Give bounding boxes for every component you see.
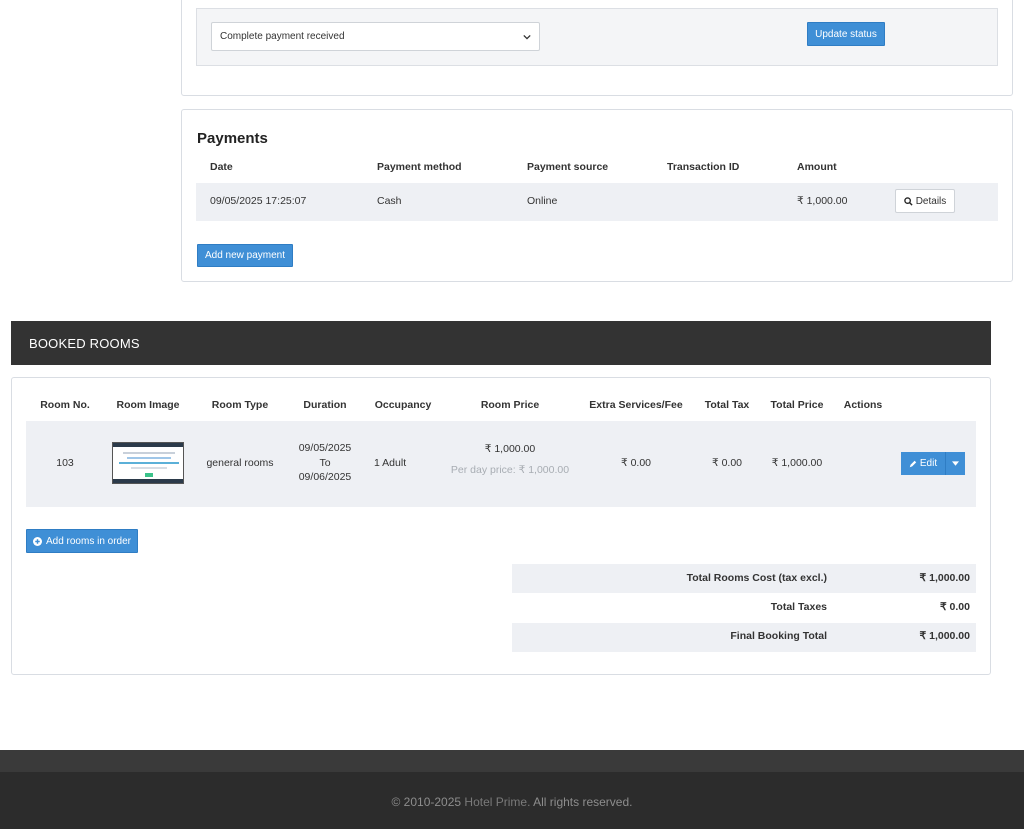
room-total-price: ₹ 1,000.00 [771,457,823,469]
edit-room-button[interactable]: Edit [901,452,946,475]
pencil-icon [909,460,917,467]
footer-top-strip [0,750,1024,772]
rooms-col-room-type: Room Type [211,399,269,411]
rooms-col-room-price: Room Price [480,399,540,411]
payments-col-transaction-id: Transaction ID [667,161,740,173]
booked-rooms-header: BOOKED ROOMS [11,321,991,365]
total-taxes-label: Total Taxes [770,601,827,613]
footer-brand-link[interactable]: Hotel Prime. [464,795,530,809]
total-taxes-value: ₹ 0.00 [939,601,970,613]
copyright-years: © 2010-2025 [391,795,462,809]
rooms-col-room-image: Room Image [116,399,180,411]
total-rooms-cost-value: ₹ 1,000.00 [919,572,970,584]
plus-circle-icon [32,536,42,546]
rooms-col-total-price: Total Price [770,399,824,411]
add-new-payment-button[interactable]: Add new payment [197,244,293,267]
rooms-col-total-tax: Total Tax [704,399,750,411]
room-type: general rooms [206,457,274,469]
payment-row [196,183,998,221]
chevron-down-icon [523,34,531,40]
room-price: ₹ 1,000.00 [484,443,536,455]
payments-col-amount: Amount [797,161,837,173]
payments-col-date: Date [210,161,233,173]
payments-title: Payments [197,130,268,147]
update-status-button[interactable]: Update status [807,22,885,46]
extra-services-fee: ₹ 0.00 [620,457,652,469]
edit-room-dropdown-toggle[interactable] [946,452,965,475]
payments-col-source: Payment source [527,161,609,173]
total-rooms-cost-label: Total Rooms Cost (tax excl.) [686,572,827,584]
final-booking-total-label: Final Booking Total [730,630,827,642]
room-total-tax: ₹ 0.00 [711,457,743,469]
payment-source: Online [527,195,558,207]
final-booking-total-value: ₹ 1,000.00 [919,630,970,642]
payments-col-method: Payment method [377,161,462,173]
search-icon [903,196,913,206]
rooms-col-actions: Actions [843,399,883,411]
order-status-selected-value: Complete payment received [220,31,345,42]
order-status-select[interactable]: Complete payment received [211,22,540,51]
add-rooms-in-order-button[interactable]: Add rooms in order [26,529,138,553]
room-image-thumbnail[interactable] [112,442,184,484]
payment-details-label: Details [915,195,947,207]
payment-amount: ₹ 1,000.00 [797,195,848,207]
room-number: 103 [56,457,74,469]
rooms-col-occupancy: Occupancy [374,399,432,411]
footer-copyright: © 2010-2025 Hotel Prime. All rights rese… [0,795,1024,809]
payment-method: Cash [377,195,402,207]
duration-to-label: To [319,457,331,469]
occupancy: 1 Adult [374,457,407,469]
rights-text: All rights reserved. [533,795,633,809]
edit-room-label: Edit [919,458,938,469]
duration-from: 09/05/2025 [298,442,352,454]
duration-to: 09/06/2025 [298,471,352,483]
rooms-col-room-no: Room No. [40,399,90,411]
rooms-col-duration: Duration [303,399,347,411]
per-day-price: Per day price: ₹ 1,000.00 [450,464,570,476]
payment-date: 09/05/2025 17:25:07 [210,195,307,207]
booked-rooms-title: BOOKED ROOMS [29,335,140,351]
caret-down-icon [952,461,959,466]
payment-details-button[interactable]: Details [895,189,955,213]
add-rooms-label: Add rooms in order [45,535,132,547]
rooms-col-extra-services: Extra Services/Fee [589,399,683,411]
